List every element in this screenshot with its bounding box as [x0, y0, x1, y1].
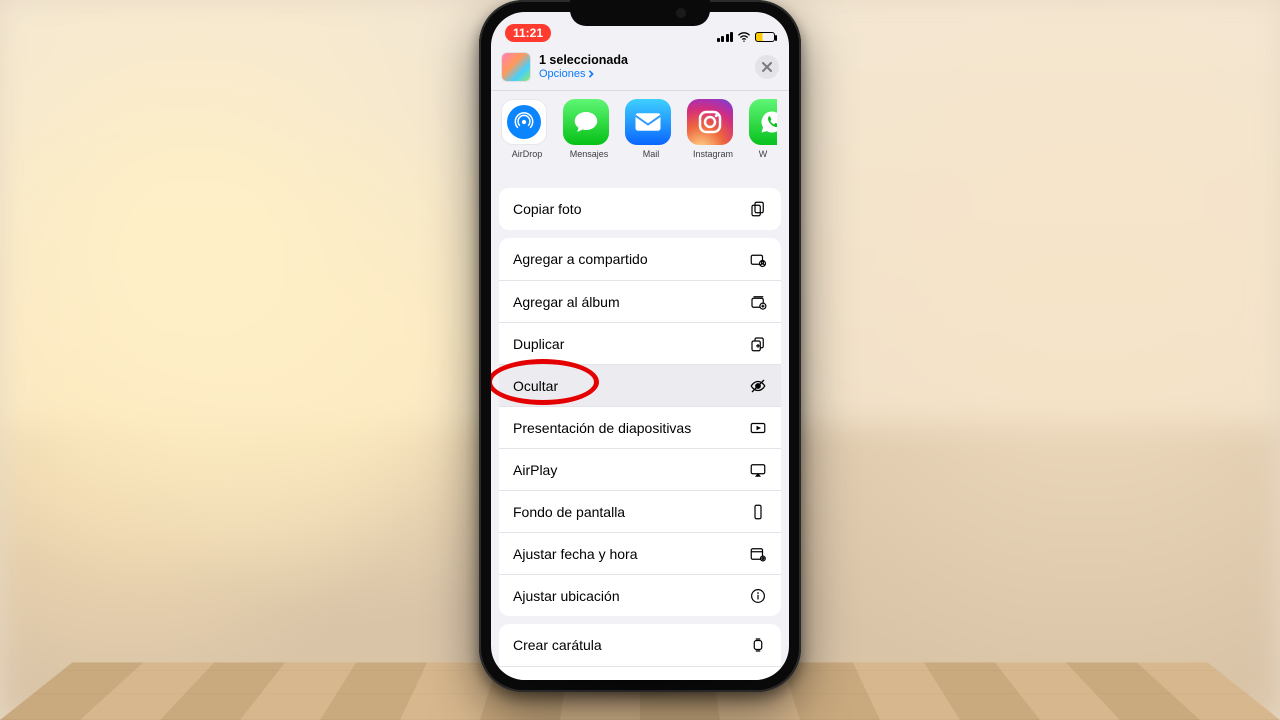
- action-hide[interactable]: Ocultar: [499, 364, 781, 406]
- play-rect-icon: [749, 419, 767, 437]
- info-icon: [749, 587, 767, 605]
- app-label: Instagram: [687, 149, 739, 159]
- airdrop-icon: [507, 105, 541, 139]
- screen: 11:21 1 seleccionada Opciones: [491, 12, 789, 680]
- action-create-watchface[interactable]: Crear carátula: [499, 624, 781, 666]
- wifi-icon: [737, 32, 751, 42]
- options-link[interactable]: Opciones: [539, 68, 747, 81]
- whatsapp-icon: [749, 99, 777, 145]
- action-adjust-location[interactable]: Ajustar ubicación: [499, 574, 781, 616]
- action-duplicate[interactable]: Duplicar: [499, 322, 781, 364]
- signal-icon: [717, 32, 734, 42]
- album-add-icon: [749, 293, 767, 311]
- share-header: 1 seleccionada Opciones: [491, 46, 789, 86]
- app-label: AirDrop: [501, 149, 553, 159]
- action-adjust-datetime[interactable]: Ajustar fecha y hora: [499, 532, 781, 574]
- messages-icon: [563, 99, 609, 145]
- mail-icon: [625, 99, 671, 145]
- action-copy-photo[interactable]: Copiar foto: [499, 188, 781, 230]
- app-label: W: [749, 149, 777, 159]
- app-label: Mail: [625, 149, 677, 159]
- share-app-instagram[interactable]: Instagram: [687, 99, 739, 159]
- iphone-mock: 11:21 1 seleccionada Opciones: [479, 0, 801, 692]
- person-share-icon: [749, 250, 767, 268]
- status-time: 11:21: [505, 24, 551, 42]
- share-app-airdrop[interactable]: AirDrop: [501, 99, 553, 159]
- app-label: Mensajes: [563, 149, 615, 159]
- share-app-whatsapp[interactable]: W: [749, 99, 777, 159]
- duplicate-icon: [749, 335, 767, 353]
- battery-icon: [755, 32, 775, 42]
- watch-icon: [749, 636, 767, 654]
- airplay-icon: [749, 461, 767, 479]
- action-slideshow[interactable]: Presentación de diapositivas: [499, 406, 781, 448]
- action-save-to-files[interactable]: Guardar en Archivos: [499, 666, 781, 680]
- actions-scroll[interactable]: Copiar foto Agregar a compartido Agregar…: [491, 180, 789, 680]
- hide-icon: [749, 377, 767, 395]
- actions-group-1: Agregar a compartido Agregar al álbum Du…: [499, 238, 781, 616]
- phone-rect-icon: [749, 503, 767, 521]
- header-divider: [491, 90, 789, 91]
- share-apps-row[interactable]: AirDrop Mensajes Mail Instagram: [491, 93, 789, 167]
- close-button[interactable]: [755, 55, 779, 79]
- folder-icon: [749, 679, 767, 681]
- share-title: 1 seleccionada: [539, 53, 747, 67]
- status-right: [717, 32, 776, 42]
- actions-group-0: Copiar foto: [499, 188, 781, 230]
- share-app-messages[interactable]: Mensajes: [563, 99, 615, 159]
- photo-thumbnail[interactable]: [501, 52, 531, 82]
- actions-group-2: Crear carátula Guardar en Archivos: [499, 624, 781, 680]
- action-airplay[interactable]: AirPlay: [499, 448, 781, 490]
- share-app-mail[interactable]: Mail: [625, 99, 677, 159]
- action-add-shared[interactable]: Agregar a compartido: [499, 238, 781, 280]
- calendar-gear-icon: [749, 545, 767, 563]
- notch: [570, 0, 710, 26]
- action-add-album[interactable]: Agregar al álbum: [499, 280, 781, 322]
- instagram-icon: [687, 99, 733, 145]
- copy-icon: [749, 200, 767, 218]
- action-wallpaper[interactable]: Fondo de pantalla: [499, 490, 781, 532]
